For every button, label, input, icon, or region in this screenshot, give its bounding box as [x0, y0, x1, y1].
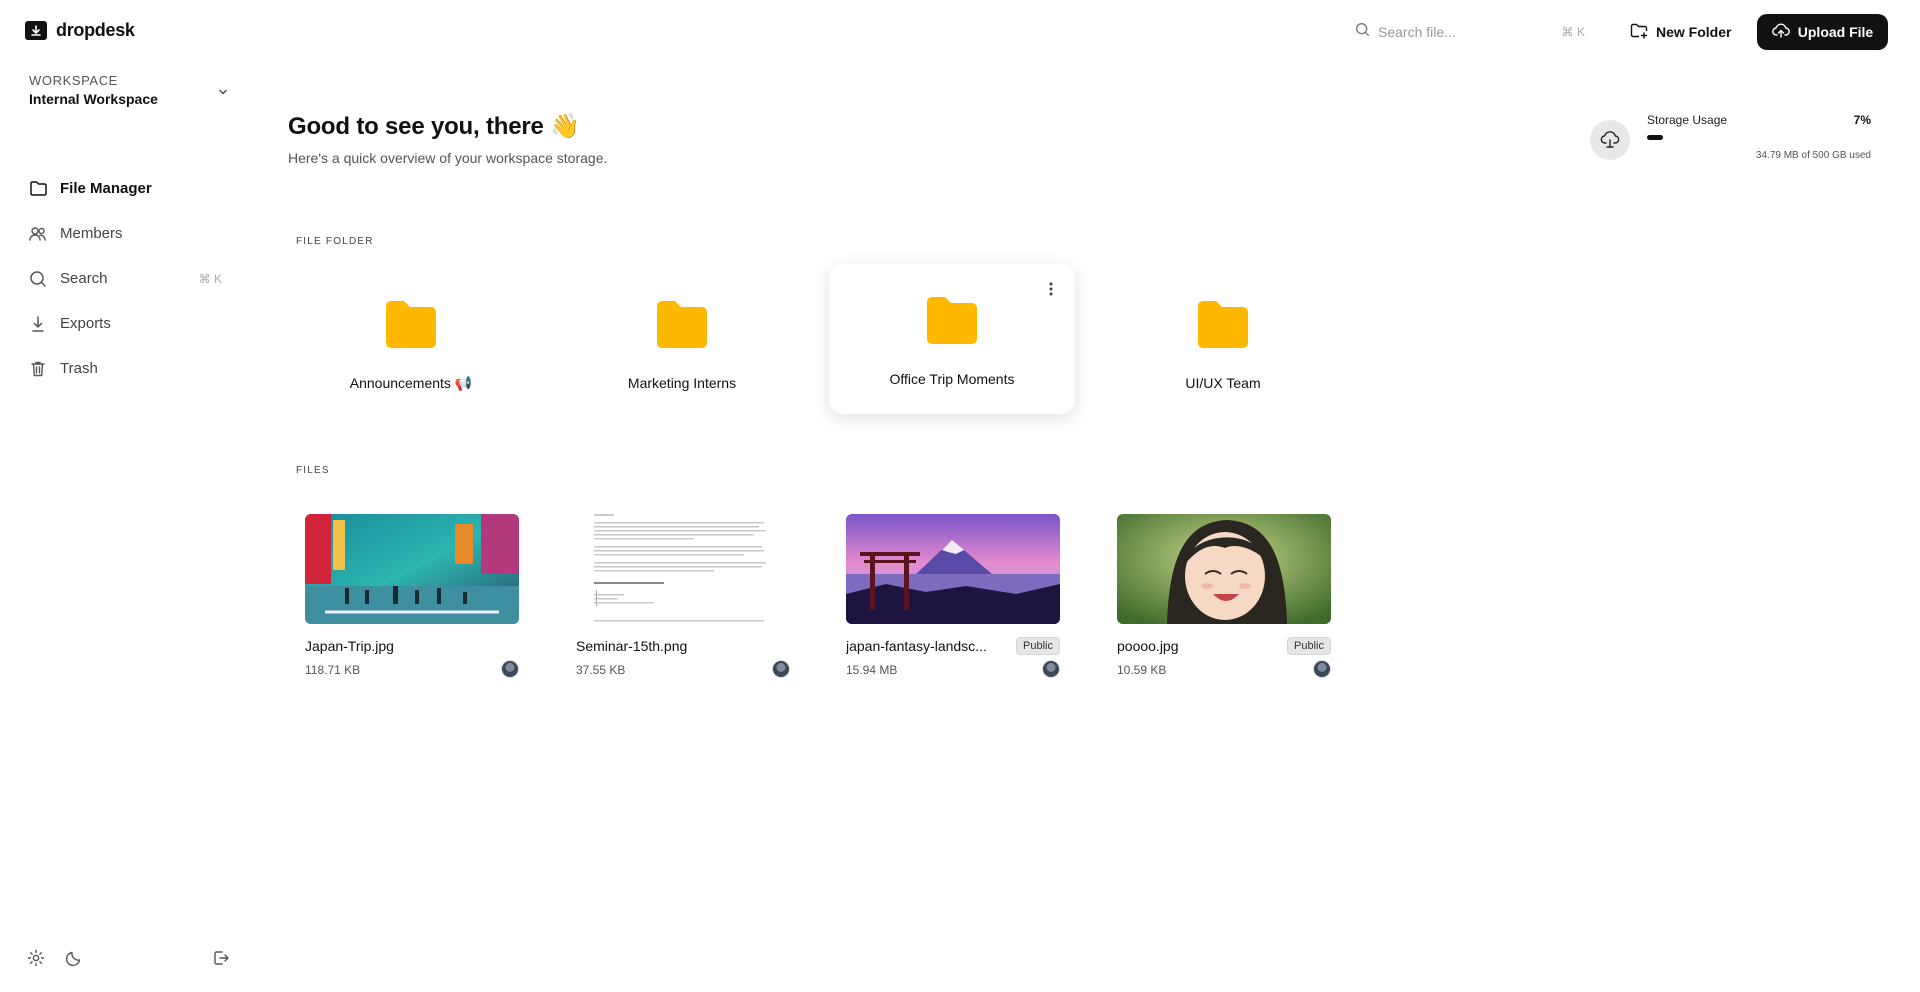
- visibility-badge: Public: [1287, 637, 1331, 655]
- file-card[interactable]: japan-fantasy-landsc... 15.94 MB Public: [846, 514, 1060, 678]
- storage-used-text: 34.79 MB of 500 GB used: [1755, 150, 1871, 161]
- sidebar-nav: File Manager Members Search ⌘ K Exports: [28, 166, 228, 391]
- storage-percent: 7%: [1853, 113, 1871, 127]
- file-card[interactable]: poooo.jpg 10.59 KB Public: [1117, 514, 1331, 678]
- file-name: Seminar-15th.png: [576, 638, 688, 654]
- folder-icon: [927, 297, 977, 344]
- sidebar-item-exports[interactable]: Exports: [28, 301, 228, 346]
- sidebar-footer: [24, 946, 234, 970]
- greeting: Good to see you, there 👋 Here's a quick …: [288, 112, 607, 166]
- section-title-files: FILES: [296, 465, 330, 476]
- folder-icon: [1198, 301, 1248, 348]
- search-input[interactable]: [1378, 24, 1538, 40]
- sidebar-item-label: Trash: [60, 360, 98, 377]
- shortcut-hint: ⌘ K: [198, 271, 222, 286]
- city-street-photo: [305, 514, 519, 624]
- search-bar[interactable]: ⌘ K: [1355, 20, 1585, 44]
- folder-icon: [657, 301, 707, 348]
- new-folder-label: New Folder: [1656, 24, 1732, 40]
- sidebar-item-label: File Manager: [60, 180, 152, 197]
- chevron-down-icon: [217, 85, 229, 103]
- section-title-folders: FILE FOLDER: [296, 236, 374, 247]
- file-thumbnail[interactable]: [846, 514, 1060, 624]
- download-icon: [28, 314, 48, 334]
- owner-avatar: [1313, 660, 1331, 678]
- upload-file-button[interactable]: Upload File: [1757, 14, 1888, 50]
- cloud-storage-icon: [1590, 120, 1630, 160]
- file-card[interactable]: Japan-Trip.jpg 118.71 KB: [305, 514, 519, 678]
- folder-card[interactable]: Office Trip Moments: [829, 264, 1075, 414]
- owner-avatar: [1042, 660, 1060, 678]
- folder-name: UI/UX Team: [1185, 375, 1261, 391]
- storage-title: Storage Usage: [1647, 113, 1728, 127]
- storage-progress-fill: [1647, 135, 1663, 140]
- upload-file-label: Upload File: [1797, 24, 1874, 40]
- file-name: Japan-Trip.jpg: [305, 638, 394, 654]
- workspace-switcher[interactable]: WORKSPACE Internal Workspace: [29, 73, 229, 107]
- folder-plus-icon: [1630, 23, 1648, 42]
- search-icon: [28, 269, 48, 289]
- anime-portrait-image: [1117, 514, 1331, 624]
- sidebar-item-label: Members: [60, 225, 123, 242]
- settings-gear-icon[interactable]: [24, 946, 48, 970]
- storage-progress-bar: [1647, 135, 1871, 140]
- owner-avatar: [772, 660, 790, 678]
- folder-card[interactable]: Marketing Interns: [559, 264, 805, 414]
- file-size: 118.71 KB: [305, 663, 361, 677]
- app-name: dropdesk: [56, 20, 135, 40]
- cloud-upload-icon: [1771, 23, 1790, 41]
- folder-name: Marketing Interns: [627, 375, 737, 391]
- sidebar-item-file-manager[interactable]: File Manager: [28, 166, 228, 211]
- folder-card[interactable]: Announcements 📢: [288, 264, 534, 414]
- storage-usage-card: Storage Usage 7% 34.79 MB of 500 GB used: [1590, 112, 1871, 168]
- folder-icon: [28, 179, 48, 199]
- sidebar-item-trash[interactable]: Trash: [28, 346, 228, 391]
- file-thumbnail[interactable]: [1117, 514, 1331, 624]
- sidebar: dropdesk WORKSPACE Internal Workspace Fi…: [0, 0, 252, 992]
- users-icon: [28, 224, 48, 244]
- mountain-torii-image: [846, 514, 1060, 624]
- file-name: poooo.jpg: [1117, 638, 1179, 654]
- folder-name: Announcements 📢: [349, 375, 473, 391]
- file-size: 37.55 KB: [576, 663, 626, 677]
- app-logo[interactable]: dropdesk: [25, 20, 135, 41]
- file-name: japan-fantasy-landsc...: [846, 638, 987, 654]
- document-preview: [576, 514, 790, 624]
- folder-icon: [386, 301, 436, 348]
- sidebar-item-label: Exports: [60, 315, 111, 332]
- visibility-badge: Public: [1016, 637, 1060, 655]
- file-size: 10.59 KB: [1117, 663, 1167, 677]
- trash-icon: [28, 359, 48, 379]
- sidebar-item-search[interactable]: Search ⌘ K: [28, 256, 228, 301]
- logo-download-icon: [25, 21, 47, 40]
- more-vertical-icon[interactable]: [1045, 280, 1057, 298]
- file-card[interactable]: Seminar-15th.png 37.55 KB: [576, 514, 790, 678]
- workspace-label: WORKSPACE: [29, 73, 118, 88]
- sidebar-item-label: Search: [60, 270, 108, 287]
- shortcut-hint: ⌘ K: [1561, 25, 1585, 39]
- folder-name: Office Trip Moments: [889, 371, 1015, 387]
- file-thumbnail[interactable]: [576, 514, 790, 624]
- search-icon: [1355, 22, 1370, 42]
- workspace-name: Internal Workspace: [29, 91, 158, 107]
- page-title: Good to see you, there 👋: [288, 113, 580, 140]
- file-size: 15.94 MB: [846, 663, 898, 677]
- logout-icon[interactable]: [209, 946, 233, 970]
- owner-avatar: [501, 660, 519, 678]
- page-subtitle: Here's a quick overview of your workspac…: [288, 150, 608, 166]
- moon-theme-icon[interactable]: [62, 946, 86, 970]
- folder-card[interactable]: UI/UX Team: [1100, 264, 1346, 414]
- file-thumbnail[interactable]: [305, 514, 519, 624]
- sidebar-item-members[interactable]: Members: [28, 211, 228, 256]
- new-folder-button[interactable]: New Folder: [1630, 17, 1731, 47]
